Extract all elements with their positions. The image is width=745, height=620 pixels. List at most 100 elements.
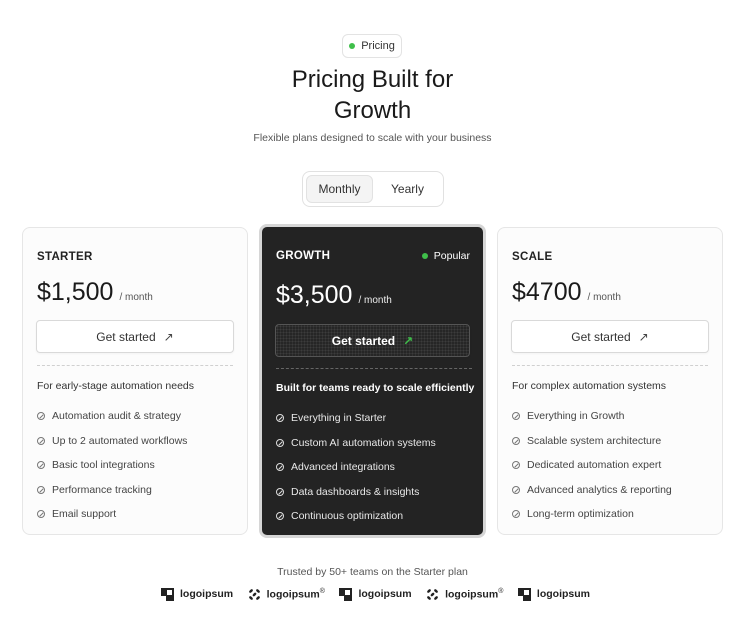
plan-card-scale: SCALE $4700 / month Get started ↗ For co… — [497, 227, 723, 535]
plan-card-starter: STARTER $1,500 / month Get started ↗ For… — [22, 227, 248, 535]
petal-logo-icon — [427, 588, 438, 600]
title-line-1: Pricing Built for — [291, 66, 454, 93]
partner-logo: logoipsum — [338, 587, 412, 602]
divider — [512, 365, 708, 366]
price-amount: $1,500 — [37, 278, 114, 306]
check-circle-icon — [276, 463, 284, 472]
feature-item: Performance tracking — [37, 478, 187, 503]
feature-text: Basic tool integrations — [52, 459, 155, 472]
plan-price: $3,500 / month — [276, 281, 392, 310]
check-circle-icon — [276, 487, 284, 496]
feature-text: Data dashboards & insights — [291, 485, 420, 498]
feature-text: Up to 2 automated workflows — [52, 434, 188, 447]
feature-item: Advanced integrations — [276, 455, 436, 480]
check-circle-icon — [37, 485, 45, 494]
feature-text: Performance tracking — [52, 483, 152, 496]
price-period: / month — [119, 292, 153, 303]
check-circle-icon — [276, 512, 284, 521]
square-logo-icon — [339, 587, 353, 601]
plan-description: For complex automation systems — [512, 380, 667, 392]
partner-logo: logoipsum — [517, 587, 590, 602]
button-label: Get started — [96, 329, 156, 344]
price-period: / month — [587, 292, 621, 303]
plan-name: GROWTH — [276, 250, 331, 262]
button-label: Get started — [331, 333, 396, 348]
check-circle-icon — [37, 412, 45, 421]
price-period: / month — [358, 295, 392, 306]
square-logo-icon — [161, 587, 174, 601]
check-circle-icon — [512, 412, 520, 421]
arrow-up-right-icon: ↗ — [638, 329, 649, 344]
feature-text: Continuous optimization — [291, 510, 404, 523]
plan-description: For early-stage automation needs — [37, 380, 195, 392]
logo-name: logoipsum — [358, 588, 412, 600]
check-circle-icon — [276, 414, 284, 423]
get-started-button[interactable]: Get started ↗ — [36, 320, 234, 353]
feature-item: Everything in Starter — [276, 406, 436, 431]
trusted-text: Trusted by 50+ teams on the Starter plan — [277, 566, 468, 578]
feature-text: Automation audit & strategy — [52, 410, 181, 423]
feature-item: Everything in Growth — [512, 404, 672, 429]
page-title: Pricing Built for Growth — [0, 64, 745, 126]
title-line-2: Growth — [333, 97, 412, 124]
arrow-up-right-icon: ↗ — [163, 329, 174, 344]
feature-item: Basic tool integrations — [37, 453, 187, 478]
status-dot-icon — [349, 43, 356, 49]
check-circle-icon — [512, 461, 520, 470]
price-amount: $4700 — [512, 278, 582, 306]
feature-item: Scalable system architecture — [512, 429, 672, 454]
feature-text: Advanced integrations — [291, 461, 395, 474]
logo-strip: logoipsum logoipsum® logoipsum logoipsum… — [160, 584, 590, 604]
feature-item: Dedicated automation expert — [512, 453, 672, 478]
partner-logo: logoipsum® — [425, 587, 503, 602]
feature-text: Custom AI automation systems — [291, 436, 436, 449]
feature-item: Custom AI automation systems — [276, 431, 436, 456]
feature-list: Everything in Growth Scalable system arc… — [512, 404, 672, 527]
check-circle-icon — [512, 485, 520, 494]
check-circle-icon — [276, 438, 284, 447]
plan-card-growth: GROWTH Popular $3,500 / month Get starte… — [259, 224, 486, 538]
arrow-up-right-icon: ↗ — [403, 333, 414, 348]
feature-item: Data dashboards & insights — [276, 480, 436, 505]
billing-option-yearly[interactable]: Yearly — [375, 175, 440, 203]
check-circle-icon — [512, 510, 520, 519]
get-started-button[interactable]: Get started ↗ — [511, 320, 709, 353]
divider — [37, 365, 233, 366]
logo-name: logoipsum — [180, 588, 234, 600]
plan-description: Built for teams ready to scale efficient… — [276, 382, 475, 394]
check-circle-icon — [37, 461, 45, 470]
plan-name: STARTER — [37, 251, 93, 263]
plan-price: $4700 / month — [512, 278, 621, 307]
feature-item: Continuous optimization — [276, 504, 436, 529]
status-dot-icon — [421, 253, 428, 259]
petal-logo-icon — [248, 588, 260, 600]
feature-text: Everything in Growth — [527, 410, 625, 423]
feature-item: Up to 2 automated workflows — [37, 429, 187, 454]
check-circle-icon — [37, 436, 45, 445]
popular-badge: Popular — [421, 250, 470, 262]
plan-name: SCALE — [512, 251, 553, 263]
partner-logo: logoipsum® — [247, 587, 325, 602]
feature-item: Automation audit & strategy — [37, 404, 187, 429]
billing-toggle: Monthly Yearly — [302, 171, 444, 207]
get-started-button[interactable]: Get started ↗ — [275, 324, 470, 357]
check-circle-icon — [512, 436, 520, 445]
divider — [276, 368, 472, 369]
logo-name: logoipsum® — [445, 587, 504, 601]
logo-name: logoipsum® — [266, 587, 325, 601]
check-circle-icon — [37, 510, 45, 519]
partner-logo: logoipsum — [160, 587, 233, 602]
feature-text: Dedicated automation expert — [527, 459, 662, 472]
pricing-badge: Pricing — [342, 34, 402, 58]
feature-text: Long-term optimization — [527, 508, 634, 521]
feature-list: Automation audit & strategy Up to 2 auto… — [37, 404, 187, 527]
feature-text: Email support — [52, 508, 117, 521]
feature-list: Everything in Starter Custom AI automati… — [276, 406, 436, 529]
billing-option-monthly[interactable]: Monthly — [306, 175, 373, 203]
feature-text: Scalable system architecture — [527, 434, 662, 447]
square-logo-icon — [517, 587, 531, 601]
price-amount: $3,500 — [276, 281, 353, 309]
feature-item: Email support — [37, 502, 187, 527]
popular-label: Popular — [433, 250, 470, 262]
feature-item: Long-term optimization — [512, 502, 672, 527]
